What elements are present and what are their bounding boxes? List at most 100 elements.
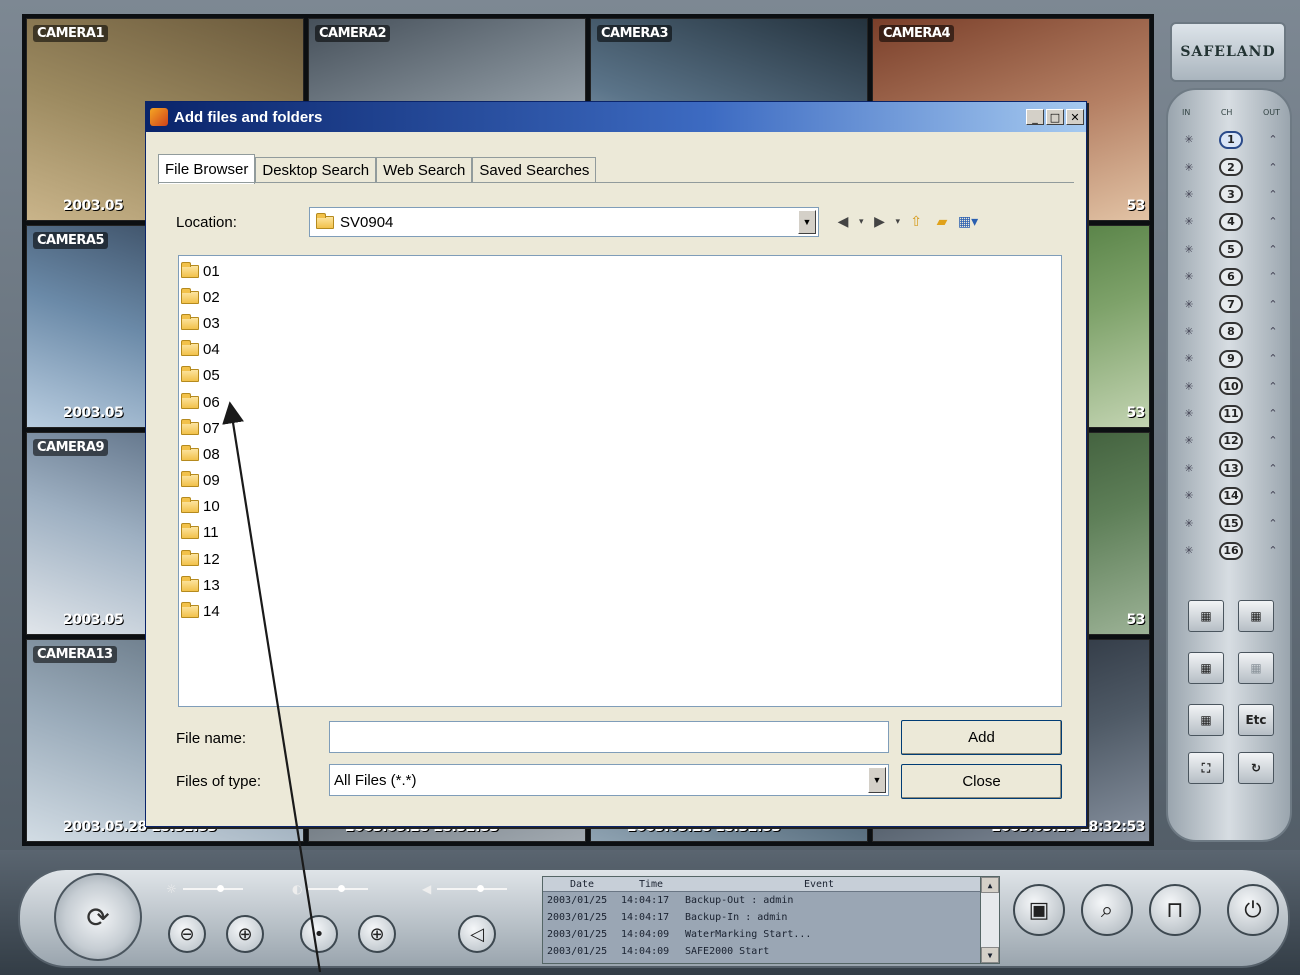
brightness-slider[interactable]: ☼ xyxy=(166,882,243,896)
folder-item[interactable]: 08 xyxy=(179,441,1061,467)
up-folder-button[interactable]: ⇧ xyxy=(906,212,926,232)
folder-item[interactable]: 11 xyxy=(179,520,1061,546)
event-log-scrollbar[interactable]: ▲ ▼ xyxy=(980,877,999,963)
channel-button[interactable]: 1 xyxy=(1219,130,1243,149)
channel-button[interactable]: 15 xyxy=(1219,514,1243,533)
folder-item[interactable]: 07 xyxy=(179,415,1061,441)
sensor-in-icon: ✳ xyxy=(1184,242,1194,256)
folder-item[interactable]: 13 xyxy=(179,572,1061,598)
dropdown-arrow-icon[interactable]: ▼ xyxy=(868,767,886,793)
back-button[interactable]: ◀ xyxy=(833,212,853,232)
tab-saved-searches[interactable]: Saved Searches xyxy=(472,157,597,183)
channel-button[interactable]: 12 xyxy=(1219,431,1243,450)
camera-label: CAMERA9 xyxy=(33,439,109,456)
scroll-down-icon[interactable]: ▼ xyxy=(981,947,999,963)
layout-button[interactable]: ▦ xyxy=(1188,652,1224,684)
folder-item[interactable]: 01 xyxy=(179,258,1061,284)
volume-slider[interactable]: ◀ xyxy=(422,882,508,896)
back-dropdown-icon[interactable]: ▾ xyxy=(859,217,864,227)
folder-item[interactable]: 09 xyxy=(179,468,1061,494)
channel-row: ✳ 16 ⌃ xyxy=(1182,537,1280,564)
layout-button[interactable]: ▦ xyxy=(1238,652,1274,684)
tab-web-search[interactable]: Web Search xyxy=(376,157,473,183)
tab-file-browser[interactable]: File Browser xyxy=(158,154,256,184)
focus-far-button[interactable]: ⊕ xyxy=(358,915,396,953)
close-button[interactable]: Close xyxy=(901,764,1062,799)
speaker-icon: ◁ xyxy=(470,923,484,945)
tab-desktop-search[interactable]: Desktop Search xyxy=(255,157,377,183)
forward-dropdown-icon[interactable]: ▾ xyxy=(896,217,901,227)
folder-icon xyxy=(181,575,199,592)
add-button[interactable]: Add xyxy=(901,720,1062,755)
ch-header: CH xyxy=(1220,108,1233,117)
ptz-joystick[interactable]: ⟳ xyxy=(54,873,142,961)
sensor-in-icon: ✳ xyxy=(1184,379,1194,393)
focus-near-button[interactable]: • xyxy=(300,915,338,953)
alarm-out-icon: ⌃ xyxy=(1268,160,1278,174)
folder-name: 03 xyxy=(203,314,220,332)
folder-item[interactable]: 05 xyxy=(179,363,1061,389)
folder-item[interactable]: 12 xyxy=(179,546,1061,572)
alarm-out-icon: ⌃ xyxy=(1268,407,1278,421)
layout-button[interactable]: ↻ xyxy=(1238,752,1274,784)
search-playback-button[interactable]: ⌕ xyxy=(1081,884,1133,936)
layout-button[interactable]: ⛶ xyxy=(1188,752,1224,784)
new-folder-button[interactable]: ▰ xyxy=(932,212,952,232)
channel-button[interactable]: 8 xyxy=(1219,322,1243,341)
power-button[interactable]: ⏻ xyxy=(1227,884,1279,936)
location-combobox[interactable]: SV0904 ▼ xyxy=(309,207,819,237)
camera-label: CAMERA3 xyxy=(597,25,673,42)
dialog-titlebar[interactable]: Add files and folders _ □ ✕ xyxy=(146,102,1086,132)
channel-button[interactable]: 10 xyxy=(1219,377,1243,396)
contrast-slider[interactable]: ◐ xyxy=(292,882,369,896)
forward-button[interactable]: ▶ xyxy=(870,212,890,232)
maximize-button[interactable]: □ xyxy=(1046,109,1064,125)
folder-item[interactable]: 03 xyxy=(179,310,1061,336)
layout-button[interactable]: ▦ xyxy=(1188,704,1224,736)
file-name-input[interactable] xyxy=(329,721,889,753)
channel-button[interactable]: 16 xyxy=(1219,541,1243,560)
zoom-out-button[interactable]: ⊖ xyxy=(168,915,206,953)
scroll-up-icon[interactable]: ▲ xyxy=(981,877,999,893)
channel-button[interactable]: 13 xyxy=(1219,459,1243,478)
folder-name: 02 xyxy=(203,288,220,306)
lock-button[interactable]: ⊓ xyxy=(1149,884,1201,936)
zoom-in-button[interactable]: ⊕ xyxy=(226,915,264,953)
channel-button[interactable]: 3 xyxy=(1219,185,1243,204)
contrast-icon: ◐ xyxy=(292,882,303,896)
lock-icon: ⊓ xyxy=(1166,897,1184,923)
file-list[interactable]: 01 02 03 04 05 06 07 08 09 10 11 12 13 14 xyxy=(178,255,1062,707)
location-label: Location: xyxy=(176,214,237,231)
channel-button[interactable]: 9 xyxy=(1219,349,1243,368)
event-log: Date Time Event 2003/01/25 14:04:17 Backup… xyxy=(542,876,1000,964)
folder-item[interactable]: 14 xyxy=(179,598,1061,624)
close-window-button[interactable]: ✕ xyxy=(1066,109,1084,125)
sensor-in-icon: ✳ xyxy=(1184,270,1194,284)
view-menu-button[interactable]: ▦▾ xyxy=(958,212,978,232)
channel-button[interactable]: 6 xyxy=(1219,267,1243,286)
channel-button[interactable]: 7 xyxy=(1219,295,1243,314)
audio-button[interactable]: ◁ xyxy=(458,915,496,953)
event-cell: 14:04:17 xyxy=(621,895,670,906)
channel-button[interactable]: 5 xyxy=(1219,240,1243,259)
record-button[interactable]: ▣ xyxy=(1013,884,1065,936)
channel-button[interactable]: 2 xyxy=(1219,158,1243,177)
folder-name: 12 xyxy=(203,550,220,568)
folder-name: 10 xyxy=(203,498,220,516)
minimize-button[interactable]: _ xyxy=(1026,109,1044,125)
folder-item[interactable]: 06 xyxy=(179,389,1061,415)
channel-button[interactable]: 14 xyxy=(1219,486,1243,505)
folder-item[interactable]: 02 xyxy=(179,284,1061,310)
channel-button[interactable]: 4 xyxy=(1219,212,1243,231)
search-icon: ⌕ xyxy=(1100,897,1114,923)
tab-strip: File Browser Desktop Search Web Search Save… xyxy=(158,153,597,184)
folder-item[interactable]: 04 xyxy=(179,337,1061,363)
layout-button[interactable]: ▦ xyxy=(1238,600,1274,632)
folder-item[interactable]: 10 xyxy=(179,494,1061,520)
channel-button[interactable]: 11 xyxy=(1219,404,1243,423)
alarm-out-icon: ⌃ xyxy=(1268,461,1278,475)
dropdown-arrow-icon[interactable]: ▼ xyxy=(798,210,816,234)
layout-button[interactable]: ▦ xyxy=(1188,600,1224,632)
layout-button[interactable]: Etc xyxy=(1238,704,1274,736)
files-of-type-select[interactable]: All Files (*.*) ▼ xyxy=(329,764,889,796)
